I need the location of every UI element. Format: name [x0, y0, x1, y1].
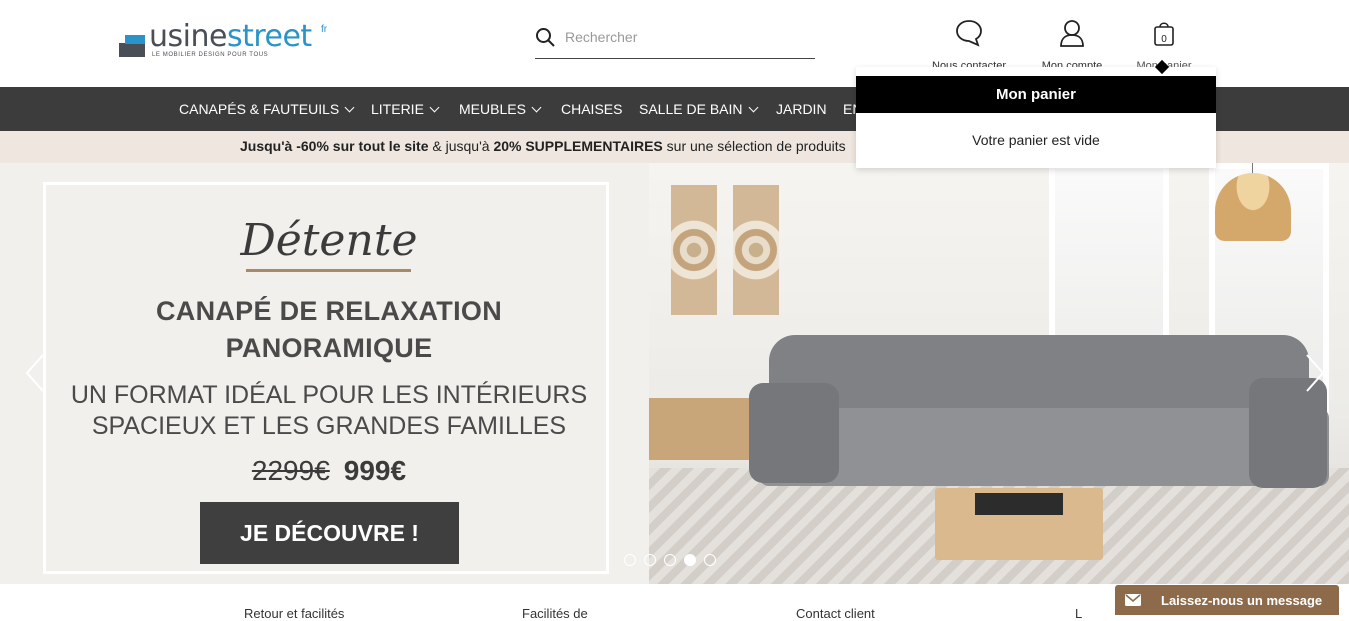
hero-headline: CANAPÉ DE RELAXATION PANORAMIQUE: [155, 296, 503, 363]
nav-item-meubles[interactable]: MEUBLES: [459, 101, 542, 117]
user-icon: [1060, 20, 1084, 47]
nav-item-salle-de-bain[interactable]: SALLE DE BAIN: [639, 101, 758, 117]
hero-photo[interactable]: [649, 163, 1349, 584]
wall-art-image: [733, 185, 779, 315]
account-button[interactable]: Mon compte: [1022, 18, 1122, 73]
logo-tagline: LE MOBILIER DESIGN POUR TOUS: [152, 52, 269, 58]
nav-item-chaises[interactable]: CHAISES: [561, 101, 622, 117]
chevron-down-icon: [344, 102, 355, 113]
carousel-dot-active[interactable]: [684, 554, 696, 566]
contact-button[interactable]: Nous contacter: [919, 18, 1019, 73]
hero-subtitle: UN FORMAT IDÉAL POUR LES INTÉRIEURS SPAC…: [70, 381, 588, 440]
carousel-dot[interactable]: [704, 554, 716, 566]
chevron-left-icon[interactable]: [25, 353, 45, 393]
search-input[interactable]: [565, 24, 805, 50]
hero-divider: [246, 269, 411, 272]
discover-button[interactable]: JE DÉCOUVRE !: [200, 502, 459, 564]
nav-item-jardin[interactable]: JARDIN: [776, 101, 827, 117]
nav-item-canapes[interactable]: CANAPÉS & FAUTEUILS: [179, 101, 355, 117]
sofa-seat-image: [759, 408, 1329, 486]
old-price: 2299€: [251, 455, 330, 486]
new-price: 999€: [343, 455, 407, 486]
carousel-dots: [624, 553, 724, 567]
search-bar: [535, 22, 815, 59]
envelope-icon: [1125, 594, 1141, 606]
reassurance-item: Facilités de: [522, 606, 588, 621]
pendant-lamp-image: [1215, 173, 1291, 241]
carousel-dot[interactable]: [664, 554, 676, 566]
nav-item-literie[interactable]: LITERIE: [371, 101, 440, 117]
carousel-dot[interactable]: [624, 554, 636, 566]
cart-empty-message: Votre panier est vide: [972, 132, 1100, 148]
cart-dropdown: Mon panier Votre panier est vide: [856, 59, 1216, 168]
hero-card: Détente CANAPÉ DE RELAXATION PANORAMIQUE…: [43, 182, 609, 574]
reassurance-item: Contact client: [796, 606, 875, 621]
chevron-down-icon: [531, 102, 542, 113]
sideboard-image: [649, 398, 764, 460]
logo-suffix: fr: [321, 24, 328, 35]
shopping-bag-icon: 0: [1154, 22, 1174, 46]
chevron-right-icon[interactable]: [1305, 353, 1325, 393]
chat-bubble-icon: [956, 20, 982, 47]
hero-price: 2299€ 999€: [46, 455, 612, 487]
hero-script-title: Détente: [240, 215, 418, 266]
sofa-arm-image: [1249, 378, 1327, 488]
sofa-arm-image: [749, 383, 839, 483]
reassurance-item: Retour et facilités: [244, 606, 345, 621]
promo-text: Jusqu'à -60% sur tout le site & jusqu'à …: [240, 138, 846, 154]
cart-dropdown-title: Mon panier: [856, 76, 1216, 113]
chevron-down-icon: [748, 102, 758, 113]
wall-art-image: [671, 185, 717, 315]
carousel-dot[interactable]: [644, 554, 656, 566]
hero-carousel: Détente CANAPÉ DE RELAXATION PANORAMIQUE…: [0, 163, 1349, 584]
logo-mark-icon: [119, 35, 145, 57]
reassurance-item: L: [1075, 606, 1083, 621]
chevron-down-icon: [429, 102, 440, 113]
site-logo[interactable]: usinestreet fr LE MOBILIER DESIGN POUR T…: [119, 22, 334, 62]
chat-widget-label: Laissez-nous un message: [1161, 593, 1323, 608]
logo-wordmark: usinestreet: [149, 19, 312, 54]
tray-image: [975, 493, 1063, 515]
chat-widget-button[interactable]: Laissez-nous un message: [1115, 585, 1339, 615]
search-icon[interactable]: [535, 27, 555, 47]
cart-count: 0: [1161, 34, 1167, 45]
